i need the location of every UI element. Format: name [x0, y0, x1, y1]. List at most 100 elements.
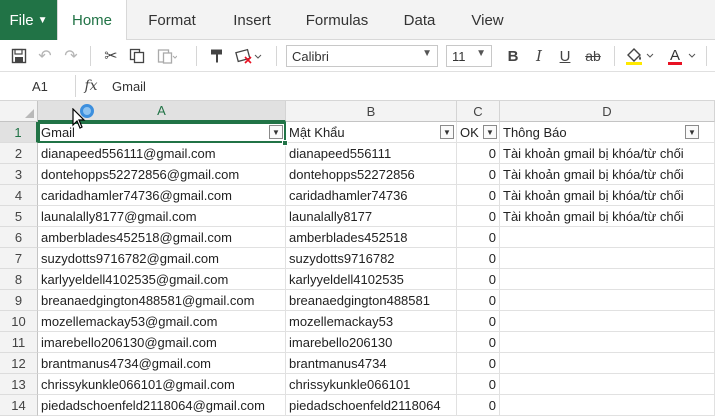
underline-icon[interactable]: U: [554, 45, 576, 67]
cell-ok[interactable]: 0: [457, 269, 500, 290]
font-name-select[interactable]: Calibri ▼: [286, 45, 438, 67]
cell-ok[interactable]: 0: [457, 248, 500, 269]
tab-format[interactable]: Format: [137, 0, 207, 40]
cell-password[interactable]: karlyyeldell4102535: [286, 269, 457, 290]
row-header[interactable]: 4: [0, 185, 38, 206]
cell-password[interactable]: dontehopps52272856: [286, 164, 457, 185]
bold-icon[interactable]: B: [502, 45, 524, 67]
cell-ok[interactable]: 0: [457, 164, 500, 185]
cell-gmail[interactable]: launalally8177@gmail.com: [38, 206, 286, 227]
tab-data[interactable]: Data: [387, 0, 452, 40]
cell-gmail[interactable]: dontehopps52272856@gmail.com: [38, 164, 286, 185]
cell-password[interactable]: amberblades452518: [286, 227, 457, 248]
cell-message[interactable]: [500, 227, 715, 248]
cell-ok[interactable]: 0: [457, 143, 500, 164]
cell-gmail[interactable]: brantmanus4734@gmail.com: [38, 353, 286, 374]
cell-password[interactable]: breanaedgington488581: [286, 290, 457, 311]
row-header[interactable]: 2: [0, 143, 38, 164]
undo-icon[interactable]: ↶: [34, 45, 56, 67]
row-header[interactable]: 6: [0, 227, 38, 248]
cell-gmail[interactable]: suzydotts9716782@gmail.com: [38, 248, 286, 269]
cell-ok[interactable]: 0: [457, 227, 500, 248]
font-color-icon[interactable]: A: [664, 45, 700, 67]
row-header[interactable]: 10: [0, 311, 38, 332]
row-header[interactable]: 3: [0, 164, 38, 185]
select-all-corner[interactable]: [0, 101, 38, 122]
cell-password[interactable]: dianapeed556111: [286, 143, 457, 164]
cell-password[interactable]: suzydotts9716782: [286, 248, 457, 269]
cell-gmail[interactable]: dianapeed556111@gmail.com: [38, 143, 286, 164]
strikethrough-icon[interactable]: ab: [580, 45, 606, 67]
tab-view[interactable]: View: [455, 0, 520, 40]
cell-ok[interactable]: 0: [457, 353, 500, 374]
italic-icon[interactable]: I: [528, 45, 550, 67]
cell-gmail[interactable]: amberblades452518@gmail.com: [38, 227, 286, 248]
cell-password[interactable]: mozellemackay53: [286, 311, 457, 332]
name-box[interactable]: A1: [0, 75, 76, 97]
tab-home[interactable]: Home: [57, 0, 127, 41]
row-header[interactable]: 8: [0, 269, 38, 290]
row-header[interactable]: 1: [0, 122, 38, 143]
filter-dropdown-icon[interactable]: ▼: [440, 125, 454, 139]
cell-password[interactable]: brantmanus4734: [286, 353, 457, 374]
row-header[interactable]: 13: [0, 374, 38, 395]
cell-gmail[interactable]: breanaedgington488581@gmail.com: [38, 290, 286, 311]
cell-message[interactable]: [500, 374, 715, 395]
cell-ok[interactable]: 0: [457, 374, 500, 395]
row-header[interactable]: 14: [0, 395, 38, 416]
row-header[interactable]: 7: [0, 248, 38, 269]
header-cell-password[interactable]: Mật Khẩu ▼: [286, 122, 457, 143]
fill-handle[interactable]: [282, 140, 288, 146]
cell-gmail[interactable]: chrissykunkle066101@gmail.com: [38, 374, 286, 395]
cell-message[interactable]: [500, 311, 715, 332]
cell-password[interactable]: piedadschoenfeld2118064: [286, 395, 457, 416]
cell-gmail[interactable]: caridadhamler74736@gmail.com: [38, 185, 286, 206]
filter-dropdown-icon[interactable]: ▼: [269, 125, 283, 139]
cell-password[interactable]: imarebello206130: [286, 332, 457, 353]
redo-icon[interactable]: ↷: [60, 45, 82, 67]
column-header-b[interactable]: B: [286, 101, 457, 122]
cell-password[interactable]: chrissykunkle066101: [286, 374, 457, 395]
cell-message[interactable]: Tài khoản gmail bị khóa/từ chối: [500, 143, 715, 164]
cell-message[interactable]: [500, 353, 715, 374]
cell-ok[interactable]: 0: [457, 206, 500, 227]
column-header-d[interactable]: D: [500, 101, 715, 122]
row-header[interactable]: 9: [0, 290, 38, 311]
fill-color-icon[interactable]: [622, 45, 658, 67]
header-cell-message[interactable]: Thông Báo ▼: [500, 122, 715, 143]
cut-icon[interactable]: ✂: [100, 45, 122, 67]
cell-password[interactable]: caridadhamler74736: [286, 185, 457, 206]
cell-ok[interactable]: 0: [457, 332, 500, 353]
column-header-c[interactable]: C: [457, 101, 500, 122]
save-icon[interactable]: [8, 45, 30, 67]
cell-gmail[interactable]: imarebello206130@gmail.com: [38, 332, 286, 353]
row-header[interactable]: 12: [0, 353, 38, 374]
cell-ok[interactable]: 0: [457, 290, 500, 311]
cell-message[interactable]: [500, 248, 715, 269]
tab-formulas[interactable]: Formulas: [297, 0, 377, 40]
cell-message[interactable]: Tài khoản gmail bị khóa/từ chối: [500, 185, 715, 206]
filter-dropdown-icon[interactable]: ▼: [483, 125, 497, 139]
cell-ok[interactable]: 0: [457, 185, 500, 206]
clear-format-icon[interactable]: [232, 45, 266, 67]
filter-dropdown-icon[interactable]: ▼: [685, 125, 699, 139]
cell-ok[interactable]: 0: [457, 395, 500, 416]
function-icon[interactable]: fx: [80, 75, 102, 97]
copy-icon[interactable]: [126, 45, 148, 67]
tab-insert[interactable]: Insert: [217, 0, 287, 40]
cell-message[interactable]: [500, 395, 715, 416]
cell-gmail[interactable]: piedadschoenfeld2118064@gmail.com: [38, 395, 286, 416]
cell-message[interactable]: [500, 269, 715, 290]
cell-ok[interactable]: 0: [457, 311, 500, 332]
cell-gmail[interactable]: karlyyeldell4102535@gmail.com: [38, 269, 286, 290]
cell-message[interactable]: [500, 332, 715, 353]
cell-password[interactable]: launalally8177: [286, 206, 457, 227]
cell-gmail[interactable]: mozellemackay53@gmail.com: [38, 311, 286, 332]
formula-input[interactable]: Gmail: [112, 75, 146, 97]
row-header[interactable]: 11: [0, 332, 38, 353]
paste-icon[interactable]: [152, 45, 182, 67]
cell-message[interactable]: Tài khoản gmail bị khóa/từ chối: [500, 206, 715, 227]
cell-message[interactable]: Tài khoản gmail bị khóa/từ chối: [500, 164, 715, 185]
more-icon[interactable]: [709, 45, 715, 67]
row-header[interactable]: 5: [0, 206, 38, 227]
